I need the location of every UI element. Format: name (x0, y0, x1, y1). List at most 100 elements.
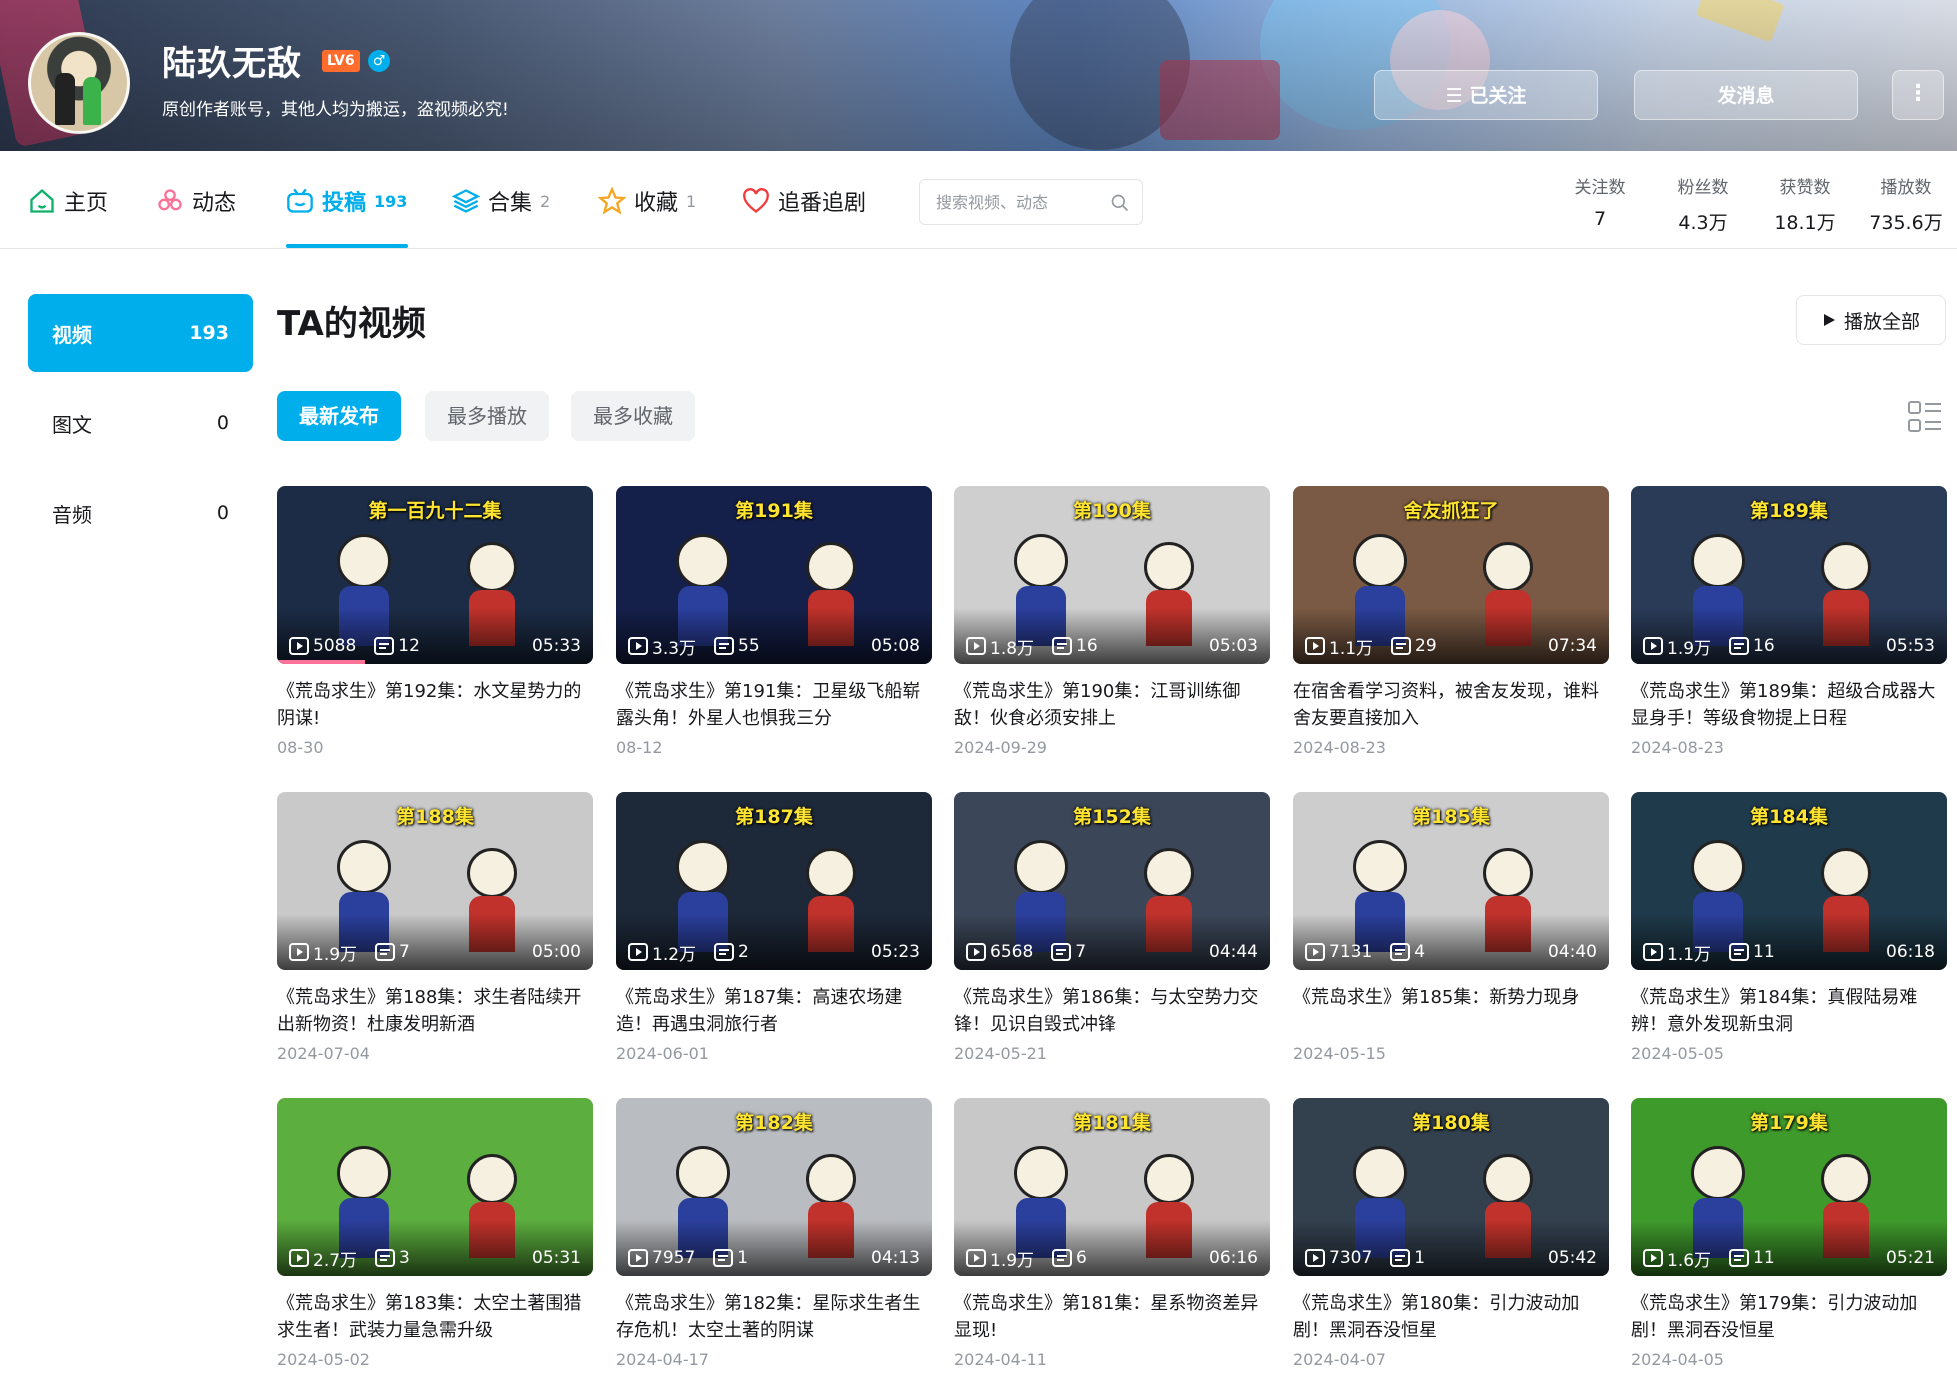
star-icon (598, 187, 626, 215)
video-date: 2024-04-07 (1293, 1350, 1386, 1369)
home-icon (30, 188, 54, 213)
filter-latest[interactable]: 最新发布 (277, 391, 401, 441)
danmaku-icon (375, 943, 396, 961)
video-card[interactable]: 第179集 1.6万 11 05:21 《荒岛求生》第179集：引力波动加剧！黑… (1631, 1098, 1947, 1369)
video-thumbnail[interactable]: 舍友抓狂了 1.1万 29 07:34 (1293, 486, 1609, 664)
video-title[interactable]: 《荒岛求生》第186集：与太空势力交锋！见识自毁式冲锋 (954, 984, 1270, 1038)
video-duration: 06:16 (1209, 1248, 1258, 1268)
level-badge: LV6 (322, 50, 360, 72)
play-all-button[interactable]: 播放全部 (1796, 295, 1946, 345)
video-card[interactable]: 第191集 3.3万 55 05:08 《荒岛求生》第191集：卫星级飞船崭露头… (616, 486, 932, 757)
video-duration: 05:03 (1209, 636, 1258, 656)
video-thumbnail[interactable]: 第188集 1.9万 7 05:00 (277, 792, 593, 970)
video-title[interactable]: 《荒岛求生》第184集：真假陆易难辨！意外发现新虫洞 (1631, 984, 1947, 1038)
cartoon-character (676, 534, 730, 588)
search-input[interactable] (936, 191, 1106, 213)
filter-most-favorited[interactable]: 最多收藏 (571, 391, 695, 441)
tab-collections[interactable]: 合集 2 (452, 181, 550, 221)
video-title[interactable]: 《荒岛求生》第182集：星际求生者生存危机！太空土著的阴谋 (616, 1290, 932, 1344)
play-count-icon (628, 637, 648, 655)
video-thumbnail[interactable]: 第181集 1.9万 6 06:16 (954, 1098, 1270, 1276)
video-card[interactable]: 2.7万 3 05:31 《荒岛求生》第183集：太空土著围猎求生者！武装力量急… (277, 1098, 593, 1369)
video-card[interactable]: 第188集 1.9万 7 05:00 《荒岛求生》第188集：求生者陆续开出新物… (277, 792, 593, 1063)
play-count: 3.3万 (652, 638, 697, 659)
video-card[interactable]: 第181集 1.9万 6 06:16 《荒岛求生》第181集：星系物资差异显现!… (954, 1098, 1270, 1369)
sidebar-item-audio[interactable]: 音频 0 (28, 474, 253, 552)
danmaku-count: 7 (399, 942, 410, 962)
video-thumbnail[interactable]: 第184集 1.1万 11 06:18 (1631, 792, 1947, 970)
video-thumbnail[interactable]: 第182集 7957 1 04:13 (616, 1098, 932, 1276)
tab-favorites[interactable]: 收藏 1 (598, 181, 696, 221)
video-thumbnail[interactable]: 第180集 7307 1 05:42 (1293, 1098, 1609, 1276)
video-stats: 3.3万 55 05:08 (628, 634, 920, 659)
user-signature: 原创作者账号，其他人均为搬运，盗视频必究! (162, 100, 509, 120)
video-thumbnail[interactable]: 第179集 1.6万 11 05:21 (1631, 1098, 1947, 1276)
sidebar-item-article[interactable]: 图文 0 (28, 384, 253, 462)
play-count-icon (1643, 943, 1663, 961)
filter-most-played[interactable]: 最多播放 (425, 391, 549, 441)
list-layout-icon[interactable] (1908, 400, 1942, 434)
video-card[interactable]: 第184集 1.1万 11 06:18 《荒岛求生》第184集：真假陆易难辨！意… (1631, 792, 1947, 1063)
video-thumbnail[interactable]: 第185集 7131 4 04:40 (1293, 792, 1609, 970)
search-icon[interactable] (1110, 193, 1130, 213)
tab-upload[interactable]: 投稿 193 (286, 181, 407, 221)
video-title[interactable]: 《荒岛求生》第191集：卫星级飞船崭露头角！外星人也惧我三分 (616, 678, 932, 732)
tab-bangumi[interactable]: 追番追剧 (742, 181, 866, 221)
video-title[interactable]: 《荒岛求生》第180集：引力波动加剧！黑洞吞没恒星 (1293, 1290, 1609, 1344)
video-thumbnail[interactable]: 第189集 1.9万 16 05:53 (1631, 486, 1947, 664)
video-duration: 05:08 (871, 636, 920, 656)
stat-fans[interactable]: 粉丝数 4.3万 (1668, 173, 1738, 235)
video-title[interactable]: 《荒岛求生》第179集：引力波动加剧！黑洞吞没恒星 (1631, 1290, 1947, 1344)
profile-nav: 主页 动态 投稿193 合集2 收藏1 追番追剧 关注数 7 粉丝数 4.3万 … (0, 151, 1957, 249)
heart-icon (743, 188, 769, 213)
episode-caption: 第188集 (396, 806, 474, 828)
video-title[interactable]: 《荒岛求生》第190集：江哥训练御敌！伙食必须安排上 (954, 678, 1270, 732)
followed-button[interactable]: ☰ 已关注 (1374, 70, 1598, 120)
video-card[interactable]: 第187集 1.2万 2 05:23 《荒岛求生》第187集：高速农场建造！再遇… (616, 792, 932, 1063)
tab-dynamic[interactable]: 动态 (156, 181, 236, 221)
more-options-button[interactable]: ⋮ (1892, 70, 1944, 120)
video-thumbnail[interactable]: 第152集 6568 7 04:44 (954, 792, 1270, 970)
video-thumbnail[interactable]: 第190集 1.8万 16 05:03 (954, 486, 1270, 664)
video-thumbnail[interactable]: 第191集 3.3万 55 05:08 (616, 486, 932, 664)
video-title[interactable]: 《荒岛求生》第188集：求生者陆续开出新物资！杜康发明新酒 (277, 984, 593, 1038)
video-title[interactable]: 《荒岛求生》第192集：水文星势力的阴谋! (277, 678, 593, 732)
tab-home[interactable]: 主页 (28, 181, 108, 221)
video-title[interactable]: 《荒岛求生》第183集：太空土著围猎求生者！武装力量急需升级 (277, 1290, 593, 1344)
danmaku-icon (714, 943, 735, 961)
search-box[interactable] (919, 179, 1143, 225)
stat-following[interactable]: 关注数 7 (1568, 173, 1632, 230)
video-card[interactable]: 第190集 1.8万 16 05:03 《荒岛求生》第190集：江哥训练御敌！伙… (954, 486, 1270, 757)
video-card[interactable]: 第152集 6568 7 04:44 《荒岛求生》第186集：与太空势力交锋！见… (954, 792, 1270, 1063)
cartoon-character (1144, 1154, 1194, 1204)
video-card[interactable]: 第182集 7957 1 04:13 《荒岛求生》第182集：星际求生者生存危机… (616, 1098, 932, 1369)
video-title[interactable]: 《荒岛求生》第181集：星系物资差异显现! (954, 1290, 1270, 1344)
video-title[interactable]: 在宿舍看学习资料，被舍友发现，谁料舍友要直接加入 (1293, 678, 1609, 732)
video-date: 2024-05-15 (1293, 1044, 1386, 1063)
video-card[interactable]: 第185集 7131 4 04:40 《荒岛求生》第185集：新势力现身 202… (1293, 792, 1609, 1063)
video-stats: 1.8万 16 05:03 (966, 634, 1258, 659)
video-thumbnail[interactable]: 第一百九十二集 5088 12 05:33 (277, 486, 593, 664)
episode-caption: 第190集 (1073, 500, 1151, 522)
video-title[interactable]: 《荒岛求生》第185集：新势力现身 (1293, 984, 1609, 1038)
play-count: 1.1万 (1329, 638, 1374, 659)
video-card[interactable]: 第一百九十二集 5088 12 05:33 《荒岛求生》第192集：水文星势力的… (277, 486, 593, 757)
play-icon (1823, 314, 1835, 326)
video-thumbnail[interactable]: 2.7万 3 05:31 (277, 1098, 593, 1276)
video-date: 2024-08-23 (1293, 738, 1386, 757)
video-thumbnail[interactable]: 第187集 1.2万 2 05:23 (616, 792, 932, 970)
cartoon-character (806, 542, 856, 592)
cartoon-character (1014, 1146, 1068, 1200)
video-stats: 7131 4 04:40 (1305, 940, 1597, 964)
video-card[interactable]: 舍友抓狂了 1.1万 29 07:34 在宿舍看学习资料，被舍友发现，谁料舍友要… (1293, 486, 1609, 757)
video-title[interactable]: 《荒岛求生》第189集：超级合成器大显身手！等级食物提上日程 (1631, 678, 1947, 732)
play-count-icon (966, 1249, 986, 1267)
video-title[interactable]: 《荒岛求生》第187集：高速农场建造！再遇虫洞旅行者 (616, 984, 932, 1038)
sidebar-item-video[interactable]: 视频 193 (28, 294, 253, 372)
video-duration: 05:31 (532, 1248, 581, 1268)
video-card[interactable]: 第180集 7307 1 05:42 《荒岛求生》第180集：引力波动加剧！黑洞… (1293, 1098, 1609, 1369)
send-message-button[interactable]: 发消息 (1634, 70, 1858, 120)
video-stats: 5088 12 05:33 (289, 634, 581, 658)
video-card[interactable]: 第189集 1.9万 16 05:53 《荒岛求生》第189集：超级合成器大显身… (1631, 486, 1947, 757)
avatar[interactable] (28, 32, 130, 134)
